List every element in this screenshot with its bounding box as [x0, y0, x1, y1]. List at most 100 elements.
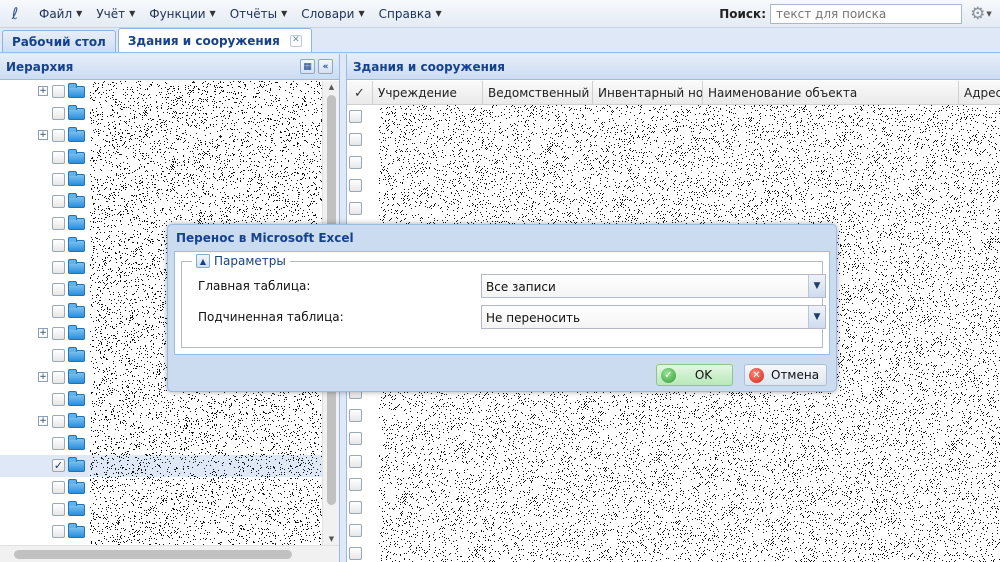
- tree-row-checkbox[interactable]: [52, 261, 65, 274]
- chevron-down-icon: ▼: [435, 9, 442, 18]
- row-checkbox[interactable]: [349, 133, 362, 146]
- buildings-panel-title: Здания и сооружения: [353, 59, 505, 74]
- tree-row-checkbox[interactable]: [52, 85, 65, 98]
- tree-row-checkbox[interactable]: [52, 305, 65, 318]
- column-header-address[interactable]: Адрес: [959, 81, 1000, 105]
- ok-button-label: OK: [694, 368, 713, 382]
- tree-expand-icon[interactable]: +: [38, 372, 48, 382]
- folder-icon: [68, 149, 85, 164]
- toggle-icon[interactable]: ▲: [196, 254, 210, 268]
- menu-bar: ℓ Файл ▼ Учёт ▼ Функции ▼ Отчёты ▼ Словари ▼ …: [0, 0, 1000, 28]
- tree-expand-icon[interactable]: +: [38, 416, 48, 426]
- tree-expand-icon[interactable]: +: [38, 328, 48, 338]
- tree-horizontal-scrollbar[interactable]: [0, 545, 339, 562]
- tree-row-checkbox[interactable]: [52, 239, 65, 252]
- tree-row-checkbox[interactable]: [52, 371, 65, 384]
- row-checkbox[interactable]: [349, 478, 362, 491]
- tree-row-checkbox[interactable]: [52, 349, 65, 362]
- tree-row-checkbox[interactable]: [52, 107, 65, 120]
- tree-row-checkbox[interactable]: [52, 195, 65, 208]
- tree-row-checkbox[interactable]: [52, 151, 65, 164]
- tab-buildings[interactable]: Здания и сооружения ✕: [117, 28, 312, 52]
- menu-reports[interactable]: Отчёты ▼: [223, 3, 295, 25]
- combo-trigger-icon[interactable]: ▼: [808, 275, 825, 297]
- folder-icon: [68, 83, 85, 98]
- ok-button[interactable]: ✓ OK: [656, 364, 733, 386]
- tree-row-checkbox[interactable]: [52, 173, 65, 186]
- search-input[interactable]: [770, 3, 962, 24]
- cancel-x-icon: ✕: [749, 368, 764, 383]
- tab-close-icon[interactable]: ✕: [289, 34, 302, 47]
- export-excel-dialog: Перенос в Microsoft Excel ▲ Параметры Гл…: [167, 224, 837, 392]
- row-checkbox[interactable]: [349, 432, 362, 445]
- cancel-button[interactable]: ✕ Отмена: [744, 364, 827, 386]
- tree-expand-icon[interactable]: +: [38, 130, 48, 140]
- tree-row-checkbox[interactable]: [52, 415, 65, 428]
- row-checkbox[interactable]: [349, 547, 362, 560]
- menu-functions[interactable]: Функции ▼: [142, 3, 222, 25]
- grid-header: ✓ Учреждение Ведомственный но Инвентарны…: [347, 81, 1000, 105]
- row-checkbox[interactable]: [349, 501, 362, 514]
- tree-row-checkbox[interactable]: [52, 393, 65, 406]
- main-table-row: Главная таблица: Все записи ▼: [190, 274, 826, 298]
- tree-row-checkbox[interactable]: ✓: [52, 459, 65, 472]
- tree-row-checkbox[interactable]: [52, 525, 65, 538]
- collapse-icon[interactable]: «: [318, 59, 333, 74]
- tree-expand-icon[interactable]: +: [38, 86, 48, 96]
- tree-settings-icon[interactable]: ▦: [300, 59, 315, 74]
- tree-row-checkbox[interactable]: [52, 129, 65, 142]
- menu-help[interactable]: Справка ▼: [372, 3, 449, 25]
- folder-icon: [68, 435, 85, 450]
- menu-accounting[interactable]: Учёт ▼: [89, 3, 142, 25]
- chevron-down-icon: ▼: [358, 9, 365, 18]
- tree-row-checkbox[interactable]: [52, 481, 65, 494]
- search-area: Поиск: ⚙▼: [719, 3, 994, 25]
- row-checkbox[interactable]: [349, 156, 362, 169]
- combo-trigger-icon[interactable]: ▼: [808, 306, 825, 328]
- main-table-select[interactable]: Все записи ▼: [481, 274, 826, 298]
- tree-row-checkbox[interactable]: [52, 327, 65, 340]
- tab-desktop-label: Рабочий стол: [12, 34, 106, 49]
- menu-dictionaries[interactable]: Словари ▼: [294, 3, 371, 25]
- row-checkbox[interactable]: [349, 202, 362, 215]
- hierarchy-panel-title: Иерархия: [6, 59, 74, 74]
- tab-desktop[interactable]: Рабочий стол: [2, 30, 116, 52]
- menu-file[interactable]: Файл ▼: [32, 3, 89, 25]
- menu-functions-label: Функции: [149, 6, 206, 21]
- row-checkbox[interactable]: [349, 455, 362, 468]
- column-header-object-name[interactable]: Наименование объекта: [703, 81, 959, 105]
- logo-icon: ℓ: [11, 4, 19, 23]
- tree-horizontal-scrollbar-thumb[interactable]: [14, 550, 292, 559]
- column-header-institution[interactable]: Учреждение: [373, 81, 483, 105]
- chevron-down-icon: ▼: [281, 9, 288, 18]
- ok-check-icon: ✓: [661, 368, 676, 383]
- row-checkbox[interactable]: [349, 409, 362, 422]
- row-checkbox[interactable]: [349, 524, 362, 537]
- parameters-fieldset: ▲ Параметры Главная таблица: Все записи …: [181, 254, 826, 348]
- scroll-up-icon[interactable]: ▲: [323, 81, 339, 93]
- column-header-department-number[interactable]: Ведомственный но: [483, 81, 593, 105]
- tree-row-checkbox[interactable]: [52, 437, 65, 450]
- folder-icon: [68, 259, 85, 274]
- chevron-down-icon: ▼: [129, 9, 136, 18]
- select-all-checkbox[interactable]: ✓: [347, 81, 373, 105]
- main-table-value: Все записи: [486, 280, 556, 294]
- sub-table-label: Подчиненная таблица:: [198, 310, 344, 324]
- menu-reports-label: Отчёты: [229, 6, 278, 21]
- chevron-down-icon: ▼: [986, 9, 992, 18]
- cancel-button-label: Отмена: [771, 368, 820, 382]
- folder-icon: [68, 413, 85, 428]
- tree-row-checkbox[interactable]: [52, 217, 65, 230]
- folder-icon: [68, 105, 85, 120]
- scroll-down-icon[interactable]: ▼: [323, 533, 339, 545]
- row-checkbox[interactable]: [349, 179, 362, 192]
- gear-icon[interactable]: ⚙ ▼: [968, 3, 994, 25]
- tree-row-checkbox[interactable]: [52, 503, 65, 516]
- sub-table-select[interactable]: Не переносить ▼: [481, 305, 826, 329]
- column-header-inventory-number[interactable]: Инвентарный номе: [593, 81, 703, 105]
- chevron-down-icon: ▼: [209, 9, 216, 18]
- row-checkbox[interactable]: [349, 110, 362, 123]
- tree-row-checkbox[interactable]: [52, 283, 65, 296]
- tab-buildings-label: Здания и сооружения: [127, 33, 280, 48]
- folder-icon: [68, 479, 85, 494]
